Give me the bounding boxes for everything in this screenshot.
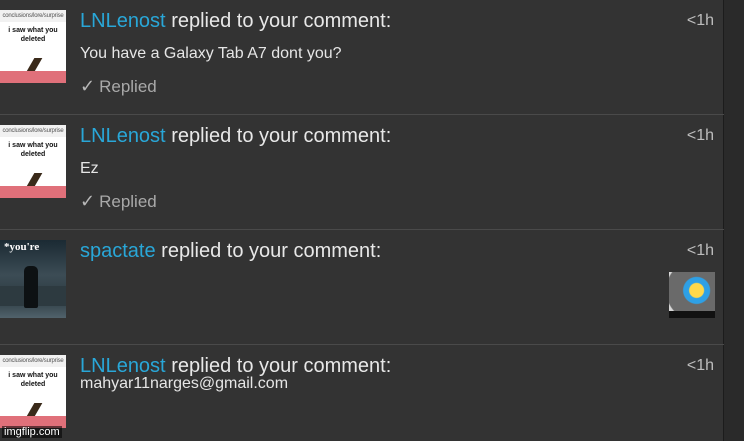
- avatar-top-text: conclusions/lore/surprise: [0, 355, 66, 367]
- timestamp: <1h: [686, 357, 714, 374]
- avatar-top-text: conclusions/lore/surprise: [0, 125, 66, 137]
- avatar[interactable]: *you're: [0, 240, 66, 318]
- reply-image-thumbnail[interactable]: [669, 272, 715, 318]
- check-icon: ✓: [80, 191, 96, 211]
- timestamp: <1h: [686, 127, 714, 144]
- username-link[interactable]: spactate: [80, 240, 156, 262]
- avatar-caption: i saw what you deleted: [8, 142, 58, 158]
- notification-feed: conclusions/lore/surprise i saw what you…: [0, 0, 724, 441]
- notification-item[interactable]: *you're spactate replied to your comment…: [0, 230, 724, 345]
- avatar[interactable]: conclusions/lore/surprise i saw what you…: [0, 355, 66, 428]
- reply-image-bar: [669, 311, 715, 318]
- avatar-caption: *you're: [4, 241, 40, 253]
- timestamp: <1h: [686, 12, 714, 29]
- action-text: replied to your comment:: [171, 355, 392, 377]
- timestamp: <1h: [686, 242, 714, 259]
- replied-status: ✓ Replied: [80, 191, 157, 212]
- action-text: replied to your comment:: [171, 125, 392, 147]
- username-link[interactable]: LNLenost: [80, 10, 166, 32]
- reply-text: mahyar11narges@gmail.com: [80, 375, 289, 392]
- avatar-caption: i saw what you deleted: [8, 372, 58, 388]
- notification-item[interactable]: conclusions/lore/surprise i saw what you…: [0, 345, 724, 441]
- notification-item[interactable]: conclusions/lore/surprise i saw what you…: [0, 0, 724, 115]
- scroll-gutter: [724, 0, 744, 441]
- action-text: replied to your comment:: [171, 10, 392, 32]
- notification-headline: LNLenost replied to your comment:: [80, 125, 391, 148]
- notification-headline: LNLenost replied to your comment:: [80, 10, 391, 33]
- check-icon: ✓: [80, 76, 96, 96]
- action-text: replied to your comment:: [161, 240, 382, 262]
- avatar-figure: [24, 266, 38, 308]
- avatar-top-text: conclusions/lore/surprise: [0, 10, 66, 22]
- replied-label: Replied: [99, 192, 157, 211]
- avatar-bottom-band: [0, 71, 66, 83]
- notification-headline: spactate replied to your comment:: [80, 240, 381, 263]
- avatar[interactable]: conclusions/lore/surprise i saw what you…: [0, 125, 66, 198]
- notification-item[interactable]: conclusions/lore/surprise i saw what you…: [0, 115, 724, 230]
- avatar-bottom-band: [0, 186, 66, 198]
- avatar[interactable]: conclusions/lore/surprise i saw what you…: [0, 10, 66, 83]
- watermark: imgflip.com: [2, 426, 62, 438]
- replied-status: ✓ Replied: [80, 76, 157, 97]
- username-link[interactable]: LNLenost: [80, 125, 166, 147]
- username-link[interactable]: LNLenost: [80, 355, 166, 377]
- reply-text: You have a Galaxy Tab A7 dont you?: [80, 45, 342, 62]
- avatar-caption: i saw what you deleted: [8, 27, 58, 43]
- replied-label: Replied: [99, 77, 157, 96]
- reply-text: Ez: [80, 160, 99, 177]
